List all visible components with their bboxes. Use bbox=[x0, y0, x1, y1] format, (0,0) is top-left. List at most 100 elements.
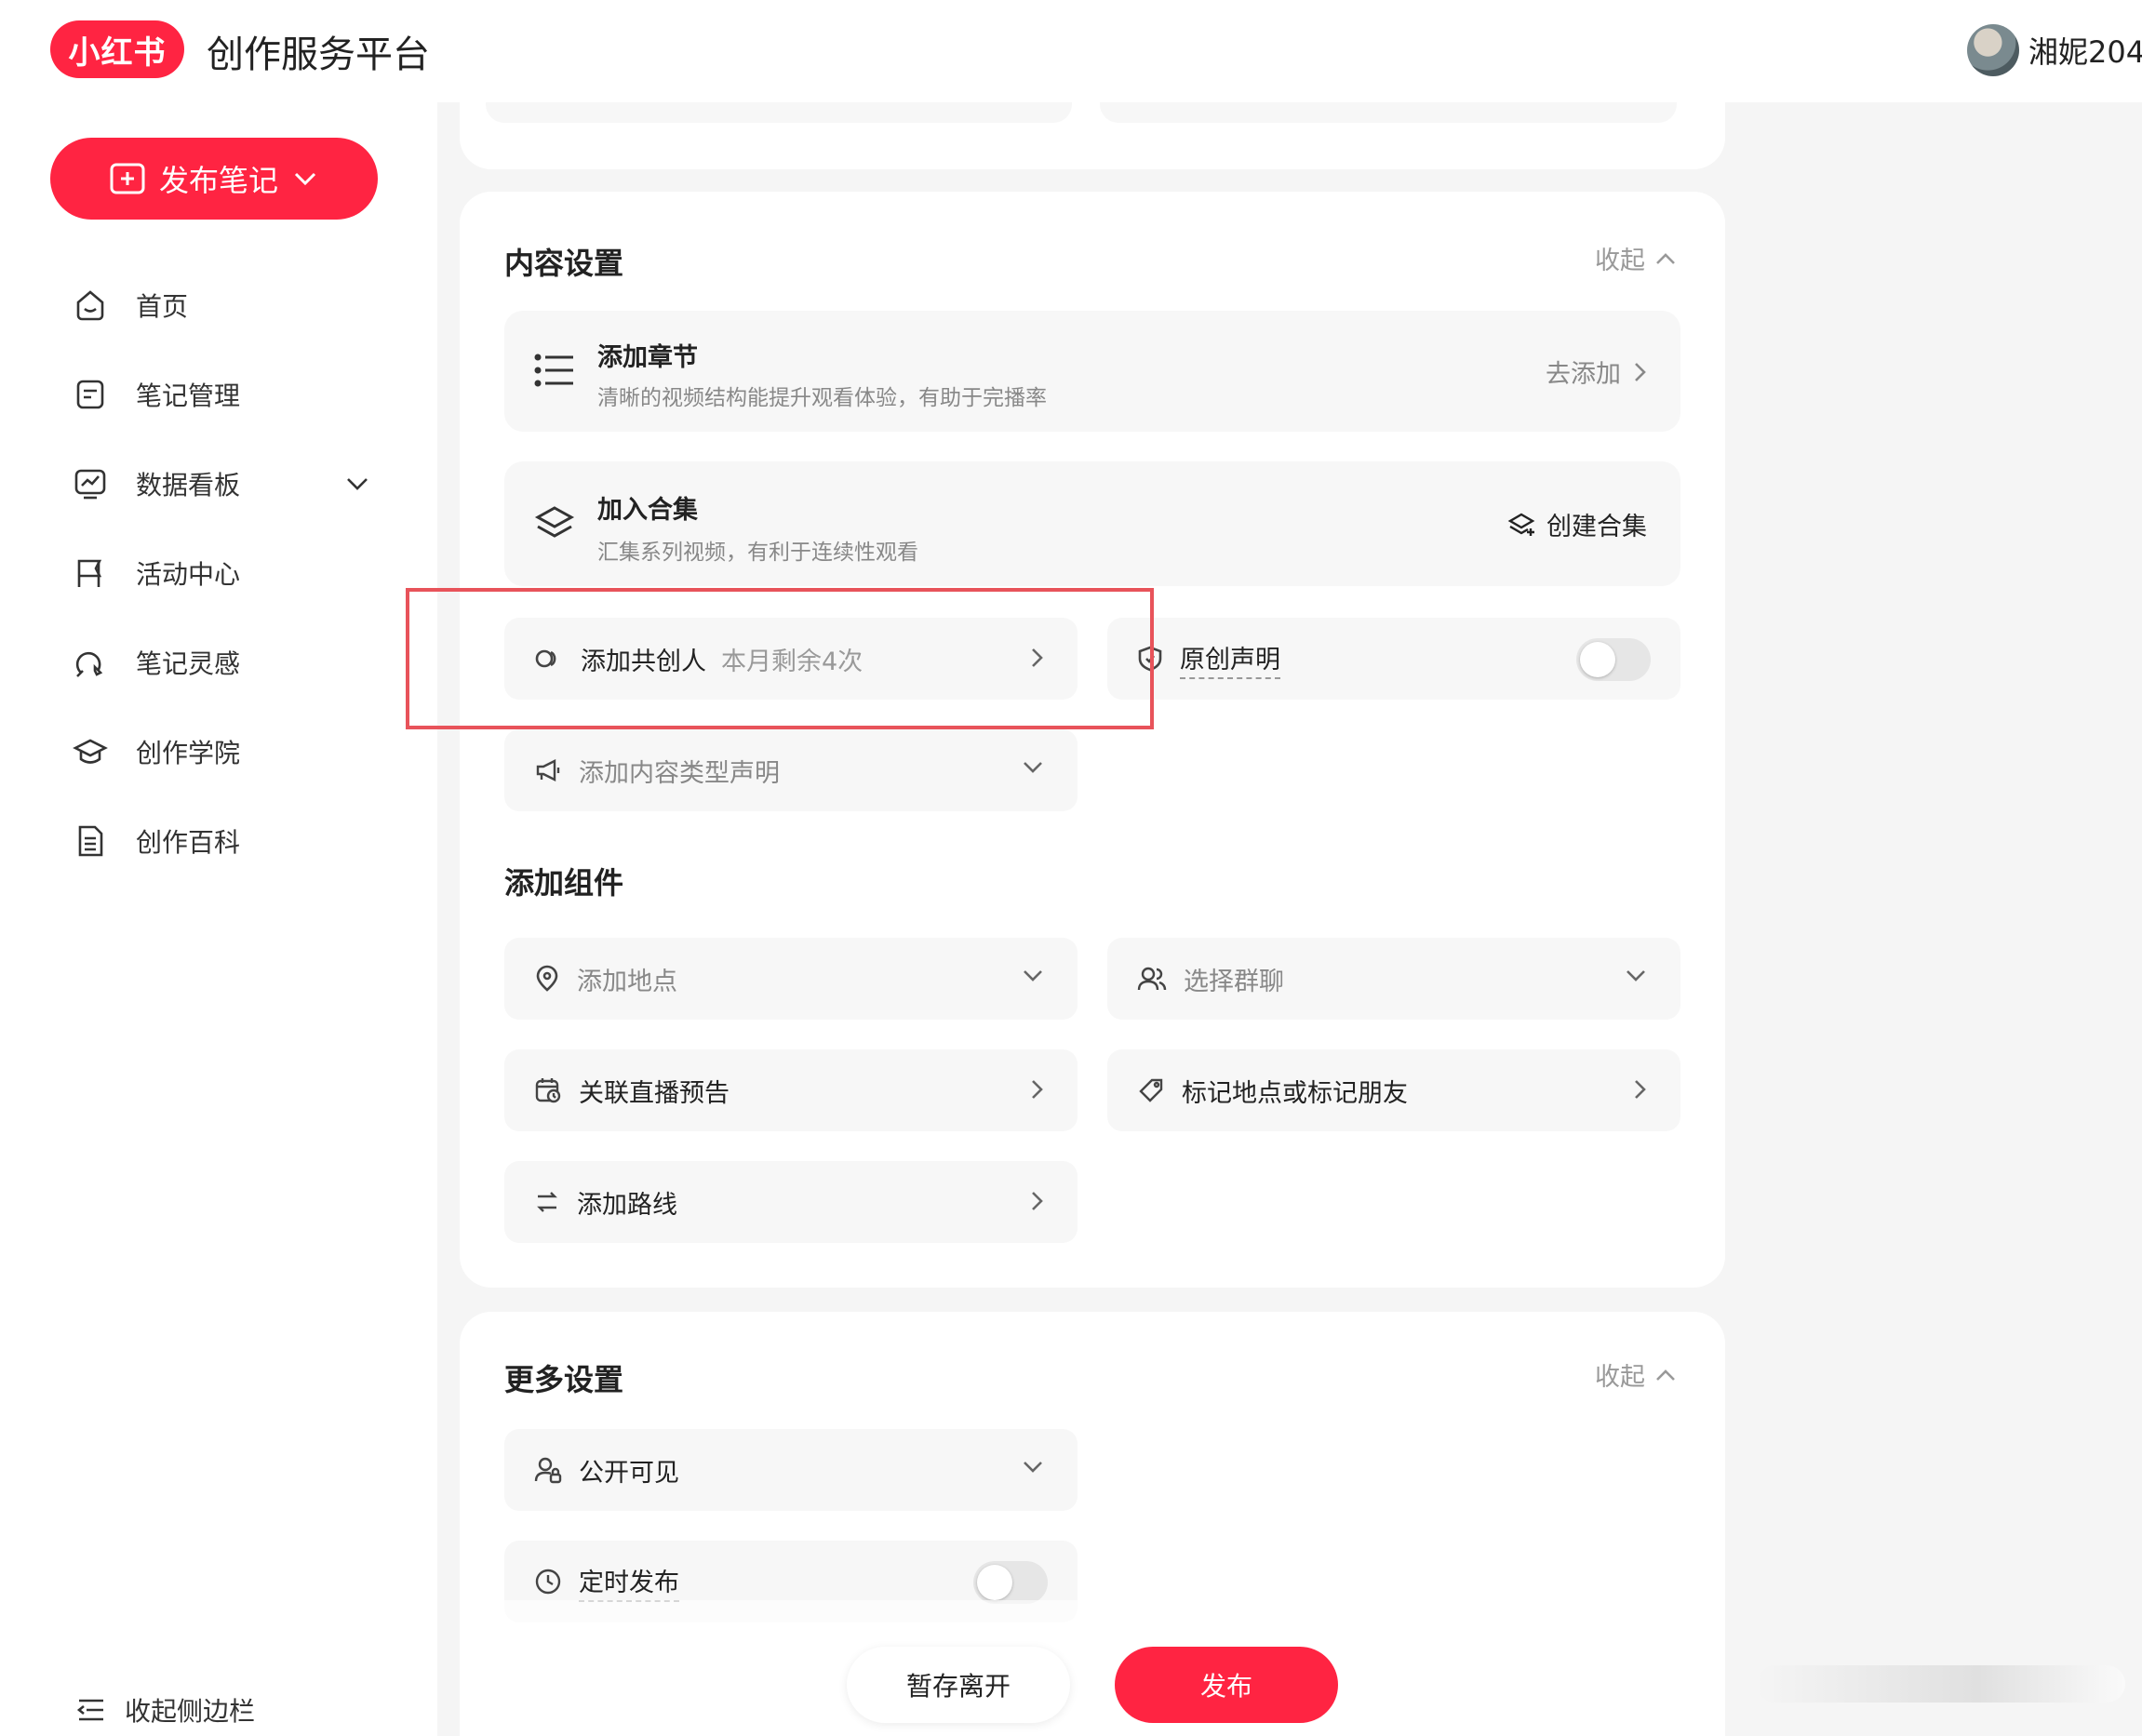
route-icon bbox=[537, 1192, 557, 1212]
content-type-label: 添加内容类型声明 bbox=[579, 758, 780, 788]
sidebar-item-note-inspiration[interactable]: 笔记灵感 bbox=[73, 618, 370, 707]
create-collection-button[interactable]: 创建合集 bbox=[1507, 506, 1647, 542]
more-settings-collapse[interactable]: 收起 bbox=[1595, 1356, 1677, 1393]
sidebar-item-activity-center[interactable]: 活动中心 bbox=[73, 528, 370, 618]
app-title: 创作服务平台 bbox=[207, 33, 430, 76]
chevron-down-icon bbox=[1024, 1462, 1042, 1473]
co-creator-quota: 本月剩余4次 bbox=[721, 647, 863, 676]
publish-note-button[interactable]: 发布笔记 bbox=[50, 138, 378, 220]
add-chapter-row[interactable]: 添加章节 清晰的视频结构能提升观看体验，有助于完播率 去添加 bbox=[504, 311, 1680, 432]
sidebar-item-label: 笔记灵感 bbox=[136, 648, 241, 679]
add-route-label: 添加路线 bbox=[577, 1190, 677, 1220]
collapse-sidebar-button[interactable]: 收起侧边栏 bbox=[76, 1691, 255, 1729]
cropped-field bbox=[1100, 102, 1677, 123]
username: 湘妮204 bbox=[2028, 34, 2142, 70]
add-components-title: 添加组件 bbox=[504, 865, 624, 901]
sidebar-item-label: 笔记管理 bbox=[136, 381, 241, 411]
sidebar-item-home[interactable]: 首页 bbox=[73, 260, 370, 350]
top-bar: 小红书 创作服务平台 湘妮204 bbox=[0, 0, 2142, 102]
plus-square-icon bbox=[110, 163, 145, 194]
chevron-right-icon bbox=[1635, 1080, 1646, 1099]
group-chat-label: 选择群聊 bbox=[1184, 967, 1284, 996]
join-collection-title: 加入合集 bbox=[597, 496, 698, 525]
bulb-icon bbox=[75, 651, 103, 677]
original-declaration-row: 原创声明 bbox=[1107, 618, 1680, 700]
add-chapter-action: 去添加 bbox=[1546, 360, 1621, 389]
sidebar-item-label: 数据看板 bbox=[136, 470, 241, 501]
calendar-live-icon bbox=[535, 1078, 561, 1103]
join-collection-row[interactable]: 加入合集 汇集系列视频，有利于连续性观看 创建合集 bbox=[504, 461, 1680, 586]
link-live-preview-button[interactable]: 关联直播预告 bbox=[504, 1049, 1078, 1131]
cropped-field bbox=[486, 102, 1072, 123]
scheduled-publish-toggle[interactable] bbox=[973, 1561, 1048, 1604]
chevron-right-icon bbox=[1032, 1192, 1043, 1210]
user-lock-icon bbox=[534, 1457, 562, 1484]
co-creator-label: 添加共创人 bbox=[581, 647, 706, 676]
create-collection-label: 创建合集 bbox=[1546, 513, 1647, 541]
sidebar-item-label: 首页 bbox=[136, 291, 189, 322]
add-chapter-button[interactable]: 去添加 bbox=[1546, 354, 1647, 390]
chevron-right-icon bbox=[1635, 362, 1646, 381]
book-icon bbox=[78, 825, 103, 857]
chevron-down-icon bbox=[1627, 970, 1645, 982]
sidebar-nav: 首页 笔记管理 数据看板 活动中心 笔记灵感 创作学院 创作百科 bbox=[73, 260, 370, 886]
user-menu[interactable]: 湘妮204 bbox=[1967, 19, 2142, 82]
add-co-creator-button[interactable]: 添加共创人 本月剩余4次 bbox=[504, 618, 1078, 700]
collapse-label: 收起 bbox=[1595, 1363, 1645, 1392]
content-type-declaration-dropdown[interactable]: 添加内容类型声明 bbox=[504, 729, 1078, 811]
add-location-dropdown[interactable]: 添加地点 bbox=[504, 938, 1078, 1020]
chevron-down-icon[interactable] bbox=[344, 474, 370, 493]
sidebar: 发布笔记 首页 笔记管理 数据看板 活动中心 笔记灵感 创作学院 创作百科 收起… bbox=[0, 102, 437, 1736]
clock-icon bbox=[535, 1569, 561, 1595]
avatar[interactable] bbox=[1967, 24, 2019, 76]
layers-plus-icon bbox=[1507, 513, 1535, 536]
collapse-label: 收起 bbox=[1595, 247, 1645, 275]
sidebar-item-data-dashboard[interactable]: 数据看板 bbox=[73, 439, 370, 528]
add-location-label: 添加地点 bbox=[577, 967, 677, 996]
tag-icon bbox=[1139, 1078, 1163, 1102]
chevron-right-icon bbox=[1032, 1080, 1043, 1099]
chevron-up-icon bbox=[1656, 1369, 1675, 1381]
xiaohongshu-logo[interactable]: 小红书 bbox=[50, 20, 184, 78]
content-settings-collapse[interactable]: 收起 bbox=[1595, 240, 1677, 276]
chevron-up-icon bbox=[1656, 252, 1675, 264]
collapse-sidebar-label: 收起侧边栏 bbox=[125, 1696, 256, 1727]
save-draft-button[interactable]: 暂存离开 bbox=[847, 1647, 1070, 1723]
add-chapter-title: 添加章节 bbox=[597, 343, 698, 372]
chevron-right-icon bbox=[1032, 648, 1043, 667]
chart-icon bbox=[74, 469, 106, 500]
sidebar-item-label: 活动中心 bbox=[136, 559, 241, 590]
chevron-down-icon bbox=[294, 172, 316, 186]
sidebar-item-note-management[interactable]: 笔记管理 bbox=[73, 350, 370, 439]
join-collection-desc: 汇集系列视频，有利于连续性观看 bbox=[597, 541, 918, 565]
flag-icon bbox=[77, 559, 102, 587]
scheduled-publish-label[interactable]: 定时发布 bbox=[579, 1562, 679, 1602]
content-settings-card: 内容设置 收起 添加章节 清晰的视频结构能提升观看体验，有助于完播率 去添加 加… bbox=[460, 192, 1725, 1288]
add-route-button[interactable]: 添加路线 bbox=[504, 1161, 1078, 1243]
shield-icon bbox=[1138, 646, 1162, 672]
collapse-menu-icon bbox=[76, 1699, 103, 1721]
tag-location-friends-button[interactable]: 标记地点或标记朋友 bbox=[1107, 1049, 1680, 1131]
select-group-chat-dropdown[interactable]: 选择群聊 bbox=[1107, 938, 1680, 1020]
sidebar-item-label: 创作学院 bbox=[136, 738, 241, 768]
content-settings-title: 内容设置 bbox=[504, 246, 624, 281]
list-icon bbox=[534, 354, 573, 387]
tag-friends-label: 标记地点或标记朋友 bbox=[1182, 1078, 1408, 1108]
chevron-down-icon bbox=[1024, 970, 1042, 982]
publish-button[interactable]: 发布 bbox=[1115, 1647, 1338, 1723]
more-settings-title: 更多设置 bbox=[504, 1362, 624, 1397]
note-icon bbox=[76, 380, 104, 409]
location-pin-icon bbox=[536, 965, 558, 992]
horizontal-scrollbar[interactable] bbox=[1757, 1665, 2125, 1703]
sidebar-item-creator-wiki[interactable]: 创作百科 bbox=[73, 796, 370, 886]
layers-icon bbox=[534, 506, 575, 538]
original-declaration-toggle[interactable] bbox=[1576, 638, 1651, 681]
chevron-down-icon bbox=[1024, 762, 1042, 773]
original-declaration-label[interactable]: 原创声明 bbox=[1180, 639, 1280, 679]
visibility-label: 公开可见 bbox=[579, 1458, 679, 1488]
co-creator-icon bbox=[535, 649, 556, 668]
home-icon bbox=[76, 290, 104, 321]
visibility-dropdown[interactable]: 公开可见 bbox=[504, 1429, 1078, 1511]
publish-note-label: 发布笔记 bbox=[158, 163, 278, 198]
sidebar-item-creator-academy[interactable]: 创作学院 bbox=[73, 707, 370, 796]
